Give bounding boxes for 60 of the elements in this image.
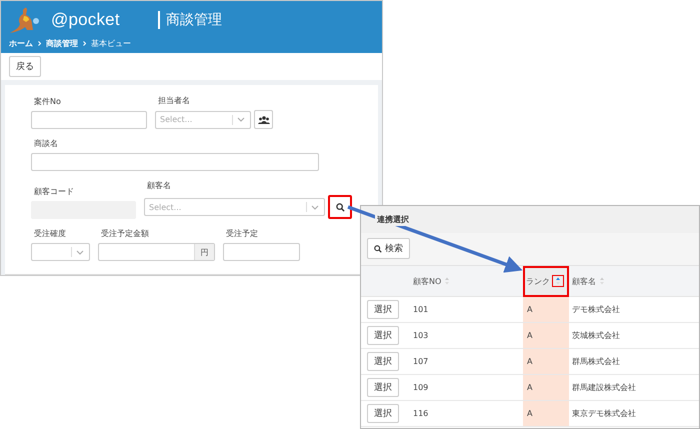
- column-header[interactable]: 顧客名: [569, 266, 699, 297]
- field-label: 顧客コード: [33, 186, 75, 197]
- table-cell: 群馬建設株式会社: [572, 382, 636, 393]
- table-cell: A: [527, 409, 532, 418]
- select-button[interactable]: 選択: [367, 326, 399, 345]
- sort-icon[interactable]: [553, 276, 563, 286]
- select-button[interactable]: 選択: [367, 378, 399, 397]
- amount-field[interactable]: 円: [98, 243, 215, 261]
- table-cell: 109: [413, 383, 428, 392]
- field-label: 受注確度: [33, 228, 67, 239]
- select-button[interactable]: 選択: [367, 300, 399, 319]
- text-field[interactable]: [31, 111, 147, 129]
- table-cell: A: [527, 331, 532, 340]
- table-cell: 101: [413, 305, 428, 314]
- field-label: 担当者名: [157, 95, 191, 106]
- select-button[interactable]: 選択: [367, 404, 399, 423]
- table-cell: A: [527, 305, 532, 314]
- text-field[interactable]: [223, 243, 300, 261]
- breadcrumb-link[interactable]: 商談管理: [46, 38, 78, 49]
- currency-unit: 円: [194, 244, 214, 260]
- field-label: 受注予定金額: [100, 228, 150, 239]
- column-header[interactable]: 顧客NO: [411, 266, 523, 297]
- dialog-title: 連携選択: [375, 213, 411, 226]
- breadcrumb-link[interactable]: ホーム: [9, 38, 33, 49]
- table-cell: 116: [413, 409, 428, 418]
- search-icon: [374, 244, 382, 252]
- table-cell: 東京デモ株式会社: [572, 408, 636, 419]
- table-cell: 茨城株式会社: [572, 330, 620, 341]
- table-cell: 群馬株式会社: [572, 356, 620, 367]
- chevron-down-icon: [76, 250, 84, 254]
- search-button[interactable]: 検索: [367, 238, 410, 259]
- column-label: 顧客NO: [413, 276, 442, 286]
- search-button[interactable]: [328, 195, 352, 219]
- table-cell: 107: [413, 357, 428, 366]
- field-label: 案件No: [33, 96, 62, 107]
- chevron-right-icon: [38, 41, 41, 46]
- column-label: ランク: [526, 276, 550, 286]
- sort-icon[interactable]: [444, 276, 450, 286]
- field-label: 顧客名: [146, 180, 172, 191]
- column-header[interactable]: ランク: [523, 266, 569, 297]
- app-logo: @pocket: [51, 10, 120, 30]
- chevron-down-icon: [311, 204, 319, 210]
- people-icon: [258, 116, 270, 124]
- page-title: 商談管理: [158, 11, 222, 29]
- table-cell: 103: [413, 331, 428, 340]
- sort-icon[interactable]: [599, 276, 605, 286]
- text-field[interactable]: [31, 153, 319, 171]
- select-field[interactable]: [31, 243, 90, 261]
- table-cell: デモ株式会社: [572, 304, 620, 315]
- chevron-down-icon: [237, 117, 245, 122]
- field-label: 受注予定: [225, 228, 259, 239]
- table-cell: A: [527, 383, 532, 392]
- back-button[interactable]: 戻る: [9, 56, 41, 77]
- select-button[interactable]: 選択: [367, 352, 399, 371]
- field-label: 商談名: [33, 138, 59, 149]
- table-cell: A: [527, 357, 532, 366]
- chevron-right-icon: [83, 41, 86, 46]
- column-label: 顧客名: [572, 276, 596, 286]
- search-icon: [336, 202, 344, 212]
- people-button[interactable]: [254, 110, 273, 129]
